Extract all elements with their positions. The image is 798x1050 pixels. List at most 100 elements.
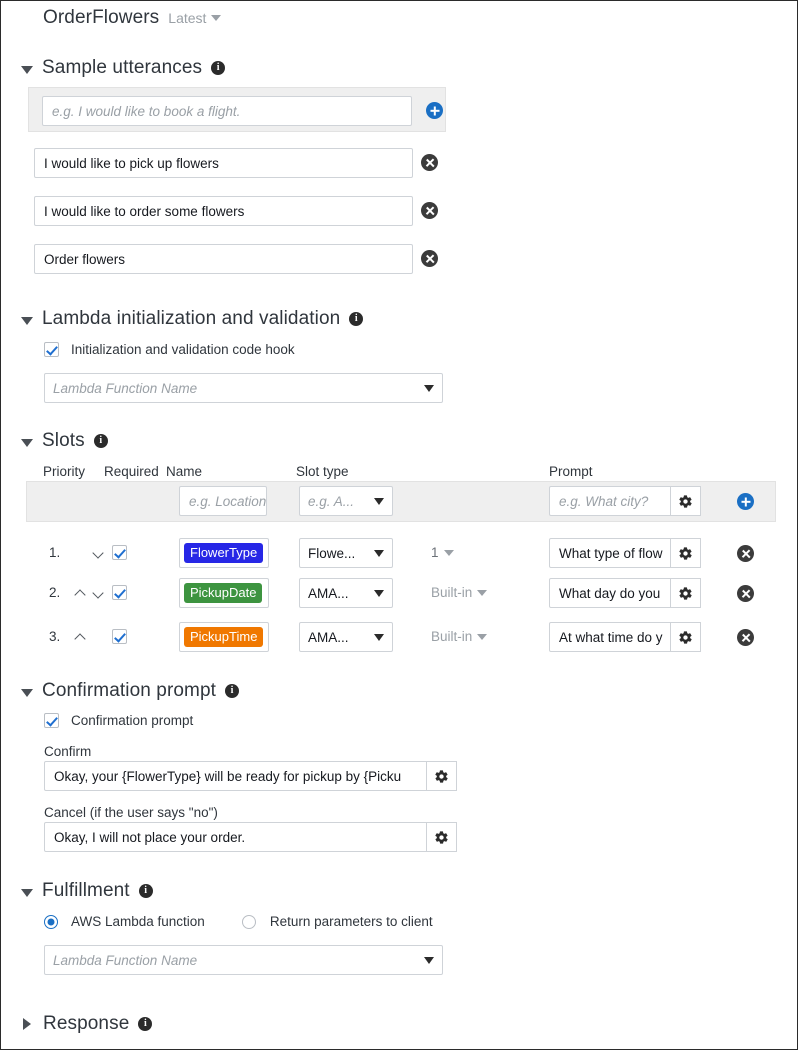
slot-prompt-input-3[interactable]: At what time do y: [549, 622, 671, 652]
section-header-fulfillment[interactable]: Fulfillment i: [21, 880, 153, 902]
slot-required-checkbox-2[interactable]: [112, 585, 127, 600]
lambda-init-function-select[interactable]: Lambda Function Name: [44, 373, 443, 403]
add-utterance-button[interactable]: [426, 102, 443, 119]
slot-type-value-3: AMA...: [308, 630, 349, 645]
slot-name-pill-3: PickupTime: [184, 627, 263, 647]
fulfillment-radio-return-params[interactable]: [242, 915, 256, 929]
slot-prompt-settings-button-2[interactable]: [671, 578, 701, 608]
section-title-confirmation-prompt: Confirmation prompt: [42, 680, 216, 702]
section-header-lambda-init[interactable]: Lambda initialization and validation i: [21, 308, 363, 330]
column-header-priority: Priority: [43, 464, 85, 479]
confirmation-prompt-toggle-row: Confirmation prompt: [44, 713, 193, 728]
slot-prompt-settings-button-1[interactable]: [671, 538, 701, 568]
chevron-down-icon: [424, 957, 434, 964]
add-utterance-row: e.g. I would like to book a flight.: [28, 87, 446, 132]
slot-version-select-3[interactable]: Built-in: [431, 629, 487, 644]
cancel-input[interactable]: Okay, I will not place your order.: [44, 822, 427, 852]
info-icon[interactable]: i: [225, 684, 239, 698]
fulfillment-function-value: Lambda Function Name: [53, 953, 197, 968]
new-slot-type-select[interactable]: e.g. A...: [299, 486, 393, 516]
page-title: OrderFlowers: [43, 7, 159, 29]
fulfillment-radio-lambda[interactable]: [44, 915, 58, 929]
triangle-down-icon: [21, 317, 33, 325]
confirm-input[interactable]: Okay, your {FlowerType} will be ready fo…: [44, 761, 427, 791]
confirm-settings-button[interactable]: [427, 761, 457, 791]
move-up-icon-3[interactable]: [76, 631, 87, 642]
section-title-sample-utterances: Sample utterances: [42, 57, 202, 79]
info-icon[interactable]: i: [211, 61, 225, 75]
delete-slot-button-1[interactable]: [737, 545, 754, 562]
chevron-down-icon: [477, 634, 487, 640]
section-header-confirmation-prompt[interactable]: Confirmation prompt i: [21, 680, 239, 702]
chevron-down-icon: [211, 15, 221, 21]
section-header-response[interactable]: Response i: [23, 1013, 152, 1035]
confirmation-prompt-checkbox[interactable]: [44, 713, 59, 728]
triangle-down-icon: [21, 689, 33, 697]
slot-version-select-1[interactable]: 1: [431, 545, 454, 560]
slot-name-cell-3[interactable]: PickupTime: [179, 622, 269, 652]
delete-slot-button-2[interactable]: [737, 585, 754, 602]
slot-name-cell-2[interactable]: PickupDate: [179, 578, 269, 608]
section-title-response: Response: [43, 1013, 129, 1035]
section-header-sample-utterances[interactable]: Sample utterances i: [21, 57, 225, 79]
slot-type-select-1[interactable]: Flowe...: [299, 538, 393, 568]
move-down-icon-2[interactable]: [94, 587, 105, 598]
new-utterance-input[interactable]: e.g. I would like to book a flight.: [42, 96, 412, 126]
confirm-field-label: Confirm: [44, 744, 91, 759]
delete-slot-button-3[interactable]: [737, 629, 754, 646]
column-header-name: Name: [166, 464, 202, 479]
info-icon[interactable]: i: [94, 434, 108, 448]
delete-utterance-button-2[interactable]: [421, 202, 438, 219]
slot-type-select-2[interactable]: AMA...: [299, 578, 393, 608]
utterance-input-1[interactable]: I would like to pick up flowers: [34, 148, 413, 178]
new-slot-prompt-settings-button[interactable]: [671, 486, 701, 516]
slot-prompt-group-3: At what time do y: [549, 622, 701, 652]
fulfillment-function-select[interactable]: Lambda Function Name: [44, 945, 443, 975]
section-header-slots[interactable]: Slots i: [21, 430, 108, 452]
delete-utterance-button-1[interactable]: [421, 154, 438, 171]
utterance-input-2[interactable]: I would like to order some flowers: [34, 196, 413, 226]
new-slot-type-value: e.g. A...: [308, 494, 354, 509]
lambda-init-function-value: Lambda Function Name: [53, 381, 197, 396]
slot-version-select-2[interactable]: Built-in: [431, 585, 487, 600]
fulfillment-label-return-params: Return parameters to client: [270, 914, 433, 929]
chevron-down-icon: [374, 590, 384, 597]
chevron-down-icon: [374, 550, 384, 557]
cancel-settings-button[interactable]: [427, 822, 457, 852]
init-code-hook-checkbox[interactable]: [44, 342, 59, 357]
version-selector[interactable]: Latest: [168, 10, 221, 26]
confirmation-prompt-label: Confirmation prompt: [71, 713, 193, 728]
triangle-right-icon: [23, 1018, 31, 1030]
slot-required-checkbox-3[interactable]: [112, 629, 127, 644]
add-slot-button[interactable]: [737, 493, 754, 510]
new-slot-name-input[interactable]: e.g. Location: [179, 486, 267, 516]
section-title-lambda-init: Lambda initialization and validation: [42, 308, 340, 330]
info-icon[interactable]: i: [139, 884, 153, 898]
slot-required-checkbox-1[interactable]: [112, 545, 127, 560]
slot-prompt-input-1[interactable]: What type of flow: [549, 538, 671, 568]
slot-type-select-3[interactable]: AMA...: [299, 622, 393, 652]
slot-name-pill-1: FlowerType: [184, 543, 263, 563]
chevron-down-icon: [477, 590, 487, 596]
new-slot-prompt-group: e.g. What city?: [549, 486, 701, 516]
intent-editor-page: OrderFlowers Latest Sample utterances i …: [0, 0, 798, 1050]
gear-icon: [678, 586, 693, 601]
intent-header: OrderFlowers Latest: [43, 7, 221, 29]
slot-type-value-1: Flowe...: [308, 546, 355, 561]
slot-name-cell-1[interactable]: FlowerType: [179, 538, 269, 568]
slot-version-value-3: Built-in: [431, 629, 472, 644]
slot-prompt-input-2[interactable]: What day do you: [549, 578, 671, 608]
info-icon[interactable]: i: [349, 312, 363, 326]
confirm-field-group: Okay, your {FlowerType} will be ready fo…: [44, 761, 457, 791]
slot-version-value-2: Built-in: [431, 585, 472, 600]
move-down-icon-1[interactable]: [94, 547, 105, 558]
info-icon[interactable]: i: [138, 1017, 152, 1031]
gear-icon: [678, 630, 693, 645]
slot-prompt-settings-button-3[interactable]: [671, 622, 701, 652]
delete-utterance-button-3[interactable]: [421, 250, 438, 267]
utterance-input-3[interactable]: Order flowers: [34, 244, 413, 274]
move-up-icon-2[interactable]: [76, 587, 87, 598]
new-slot-prompt-input[interactable]: e.g. What city?: [549, 486, 671, 516]
column-header-prompt: Prompt: [549, 464, 593, 479]
init-code-hook-row: Initialization and validation code hook: [44, 342, 295, 357]
